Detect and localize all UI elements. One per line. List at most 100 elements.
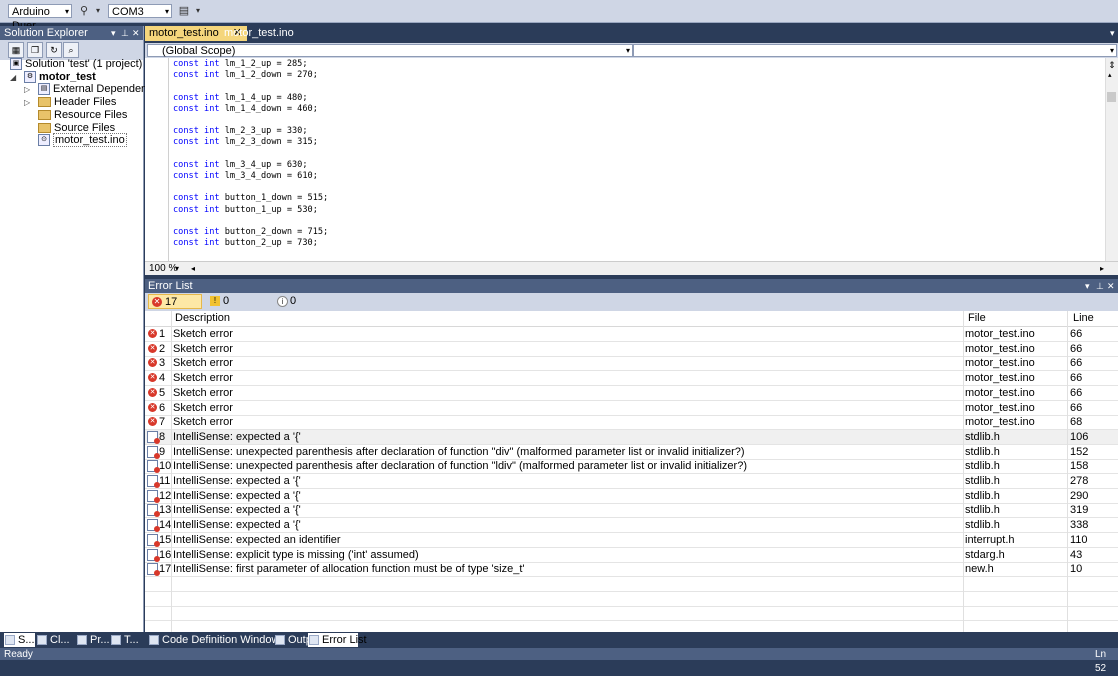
description-column-header[interactable]: Description: [175, 311, 230, 326]
tool-tab[interactable]: Cl...: [36, 633, 70, 647]
dropdown-icon[interactable]: ▾: [90, 3, 106, 19]
view-class-diagram-icon[interactable]: ⌕: [63, 42, 79, 58]
error-row[interactable]: ✕ 1 Sketch error motor_test.ino 66: [145, 327, 1118, 342]
tool-tab-label: Error List: [322, 634, 367, 646]
error-description: IntelliSense: expected an identifier: [173, 533, 341, 546]
code-text: button_2_down = 715;: [219, 227, 329, 237]
tool-tab[interactable]: Error List: [308, 633, 367, 647]
split-icon[interactable]: ⇕: [1107, 60, 1117, 70]
tree-item[interactable]: ◢ ⚙ motor_test: [10, 71, 96, 84]
keyword: const int: [173, 103, 220, 114]
dropdown-icon[interactable]: ▾: [1110, 28, 1115, 39]
dropdown-icon[interactable]: ▾: [111, 26, 116, 40]
intellisense-error-icon: [147, 504, 160, 518]
tree-item[interactable]: ▣ Solution 'test' (1 project): [10, 58, 142, 71]
tree-item[interactable]: Resource Files: [38, 109, 127, 122]
tree-item[interactable]: ⊙ motor_test.ino: [38, 133, 127, 148]
tab-label: motor_test.ino: [224, 27, 294, 39]
refresh-icon[interactable]: ↻: [46, 42, 62, 58]
error-number: 2: [159, 342, 166, 355]
error-row[interactable]: ✕ 2 Sketch error motor_test.ino 66: [145, 342, 1118, 357]
messages-filter-button[interactable]: i 0 Messages: [274, 294, 344, 322]
error-row[interactable]: ✕ 4 Sketch error motor_test.ino 66: [145, 371, 1118, 387]
error-number: 1: [159, 328, 166, 340]
close-icon[interactable]: ✕: [1107, 279, 1115, 293]
info-icon: i: [277, 296, 288, 307]
error-line: 66: [1070, 357, 1083, 370]
error-line: 43: [1070, 548, 1083, 561]
chevron-down-icon[interactable]: ▾: [175, 262, 179, 275]
error-row[interactable]: 14 IntelliSense: expected a '{' stdlib.h 33…: [145, 518, 1118, 534]
error-row[interactable]: ✕ 7 Sketch error motor_test.ino 68: [145, 415, 1118, 431]
solution-explorer-icon: [5, 635, 15, 645]
pin-icon[interactable]: ⊥: [121, 26, 129, 40]
error-row[interactable]: 13 IntelliSense: expected a '{' stdlib.h 31…: [145, 503, 1118, 519]
errors-filter-button[interactable]: ✕ 17 Errors: [148, 294, 202, 323]
file-column-header[interactable]: File: [968, 311, 986, 326]
error-number: 15: [159, 533, 172, 546]
tree-item[interactable]: ▷ Header Files: [24, 96, 116, 109]
error-row[interactable]: 15 IntelliSense: expected an identifier in…: [145, 533, 1118, 548]
line-column-header[interactable]: Line: [1073, 311, 1094, 326]
scope-select[interactable]: (Global Scope) ▾: [147, 44, 633, 57]
error-row[interactable]: ✕ 6 Sketch error motor_test.ino 66: [145, 401, 1118, 416]
error-line: 152: [1070, 445, 1089, 458]
warning-icon: !: [210, 296, 220, 306]
error-row[interactable]: ✕ 3 Sketch error motor_test.ino 66: [145, 356, 1118, 372]
show-all-files-icon[interactable]: ❐: [27, 42, 43, 58]
tool-tab[interactable]: Pr...: [76, 633, 110, 647]
tool-tab[interactable]: S...: [4, 633, 35, 647]
error-list-icon: [309, 635, 319, 645]
error-row[interactable]: 9 IntelliSense: unexpected parenthesis af…: [145, 445, 1118, 460]
expand-icon[interactable]: ▷: [24, 83, 30, 96]
folder-icon: [38, 109, 51, 120]
intellisense-error-icon: [147, 533, 160, 547]
error-file: motor_test.ino: [965, 357, 1035, 370]
code-definition-icon: [149, 635, 159, 645]
pin-icon[interactable]: ⊥: [1096, 279, 1104, 293]
error-number: 7: [159, 416, 166, 429]
error-row[interactable]: 10 IntelliSense: unexpected parenthesis a…: [145, 459, 1118, 475]
column-divider: [963, 311, 964, 632]
error-number: 6: [159, 401, 166, 414]
chevron-left-icon[interactable]: ◂: [191, 262, 195, 275]
code-line: const int lm_2_3_up = 330;: [173, 126, 308, 137]
tab-motor-test-ino[interactable]: motor_test.ino: [220, 26, 310, 41]
code-editor[interactable]: ⇕ ▴ const int lm_1_2_up = 285; const int …: [145, 58, 1118, 261]
chevron-down-icon: ▾: [64, 7, 69, 16]
error-row[interactable]: 11 IntelliSense: expected a '{' stdlib.h 27…: [145, 474, 1118, 489]
scroll-thumb[interactable]: [1107, 92, 1116, 102]
chevron-right-icon[interactable]: ▸: [1100, 262, 1104, 275]
intellisense-error-icon: [147, 489, 160, 503]
properties-icon[interactable]: ▦: [8, 42, 24, 58]
port-select[interactable]: COM3 ▾: [108, 4, 172, 18]
error-row[interactable]: 12 IntelliSense: expected a '{' stdlib.h 29…: [145, 489, 1118, 504]
tool-tab[interactable]: Code Definition Window: [148, 633, 279, 647]
chevron-down-icon: ▾: [164, 7, 169, 16]
external-deps-icon: ▤: [38, 83, 50, 96]
error-row[interactable]: 16 IntelliSense: explicit type is missing…: [145, 548, 1118, 563]
tool-tab-label: S...: [18, 634, 35, 646]
error-number: 8: [159, 430, 166, 443]
chevron-up-icon[interactable]: ▴: [1108, 72, 1116, 79]
tool-tab[interactable]: T...: [110, 633, 139, 647]
vertical-scrollbar[interactable]: ⇕ ▴: [1105, 58, 1118, 261]
dropdown-icon[interactable]: ▾: [1085, 279, 1090, 293]
error-number: 16: [159, 548, 172, 561]
code-line: const int button_1_up = 530;: [173, 205, 318, 216]
close-icon[interactable]: ✕: [132, 26, 140, 40]
error-row[interactable]: 8 IntelliSense: expected a '{' stdlib.h 106: [145, 429, 1118, 445]
expand-icon[interactable]: ▷: [24, 96, 30, 109]
error-line: 66: [1070, 328, 1083, 340]
warnings-filter-button[interactable]: ! 0 Warnings: [207, 294, 269, 322]
zoom-level[interactable]: 100 %: [149, 263, 177, 274]
error-row[interactable]: ✕ 5 Sketch error motor_test.ino 66: [145, 386, 1118, 401]
error-file: motor_test.ino: [965, 386, 1035, 399]
board-select[interactable]: Arduino Duer▾: [8, 4, 72, 32]
chevron-down-icon: ▾: [1109, 46, 1114, 55]
dropdown-icon[interactable]: ▾: [190, 3, 206, 19]
collapse-icon[interactable]: ◢: [10, 71, 16, 84]
error-row[interactable]: 17 IntelliSense: first parameter of alloc…: [145, 562, 1118, 578]
member-select[interactable]: ▾: [633, 44, 1117, 57]
error-description: IntelliSense: expected a '{': [173, 475, 301, 487]
